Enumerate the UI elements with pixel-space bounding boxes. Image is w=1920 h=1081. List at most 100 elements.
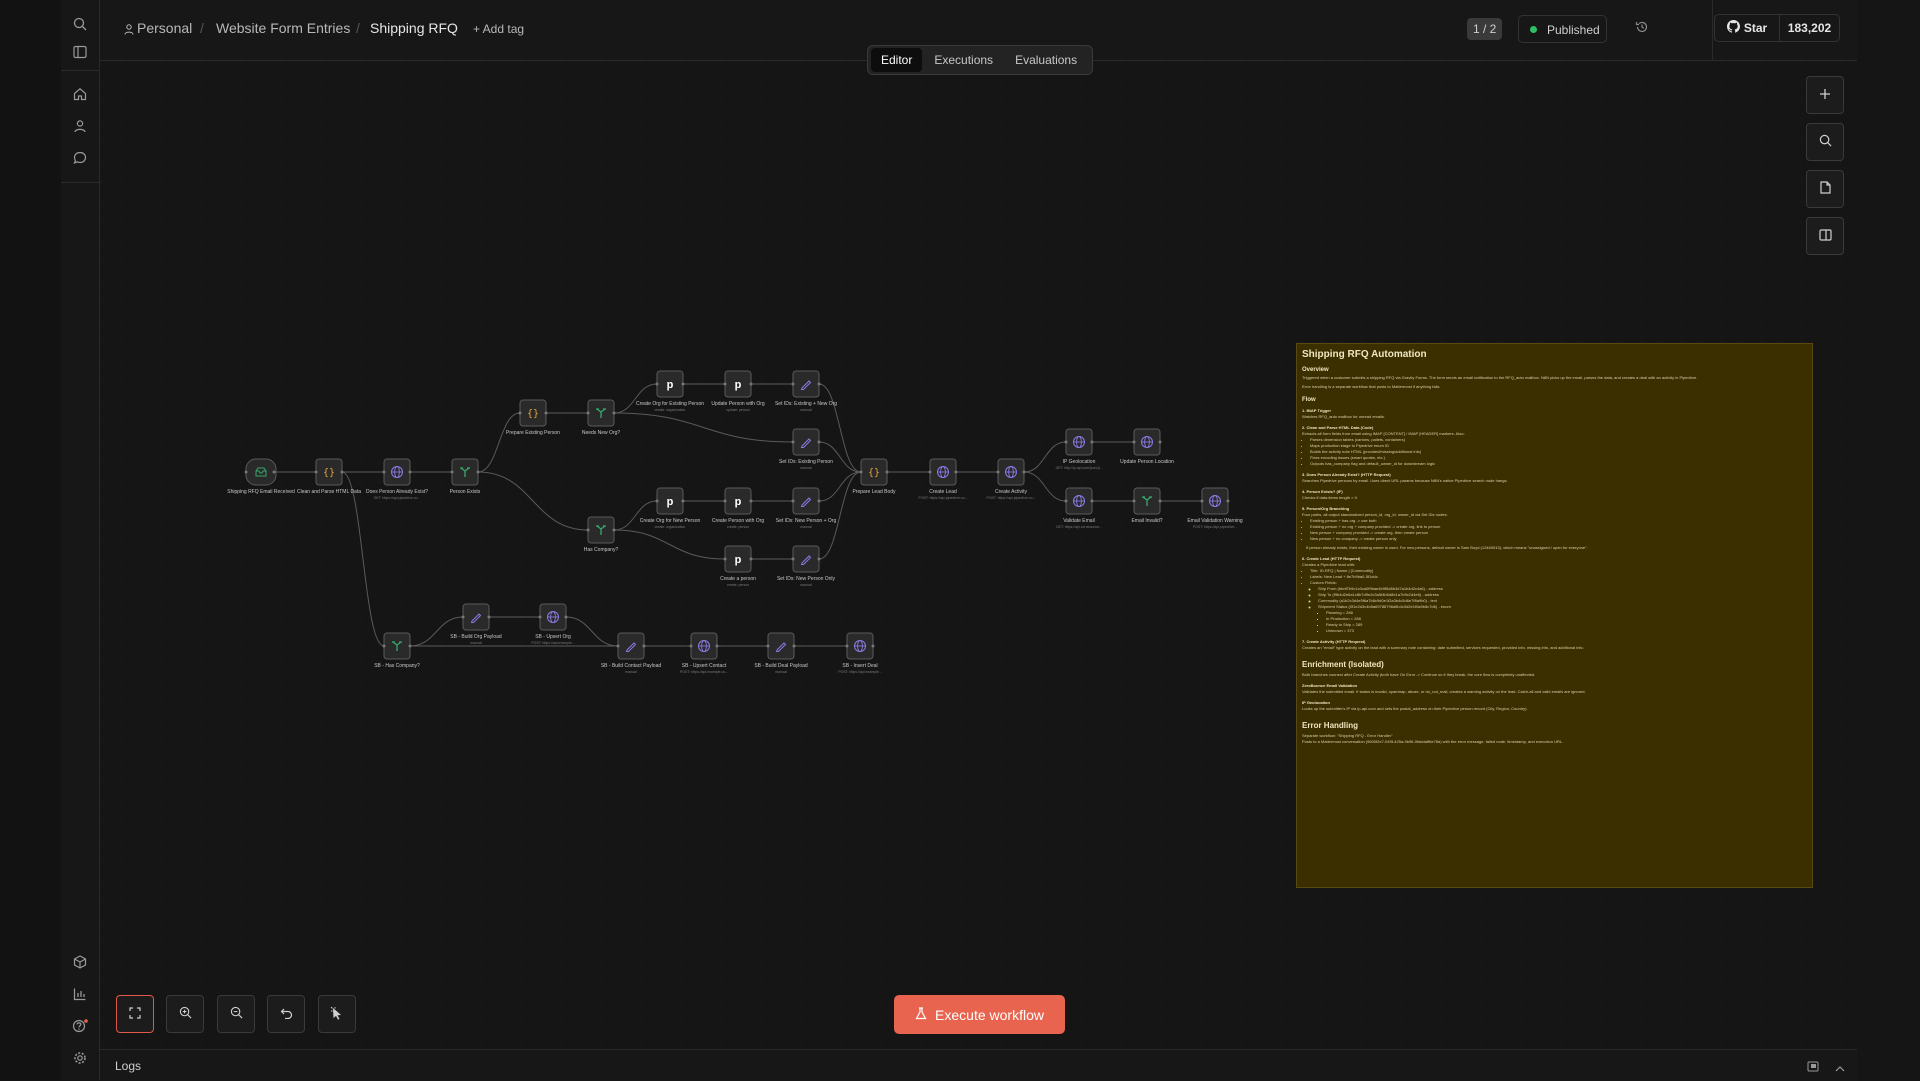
logs-panel[interactable]: Logs [100, 1049, 1857, 1081]
settings-icon[interactable] [68, 1046, 92, 1070]
tab-executions[interactable]: Executions [924, 48, 1003, 72]
panel-icon[interactable] [68, 40, 92, 64]
node-label: Set IDs: Existing + New Org [775, 401, 837, 407]
note-text: Checks if data.items length > 0. [1302, 495, 1358, 500]
zoom-in-button[interactable] [166, 995, 204, 1033]
panel-toggle-button[interactable] [1806, 217, 1844, 255]
node-label: SB - Insert Deal [842, 663, 877, 669]
chat-icon[interactable] [68, 146, 92, 170]
node-subtitle: POST: https://api.pipedrive.co... [918, 496, 967, 500]
node-subtitle: manual [800, 525, 812, 529]
published-status-button[interactable]: Published [1518, 15, 1607, 43]
user-icon[interactable] [68, 114, 92, 138]
tab-evaluations[interactable]: Evaluations [1005, 48, 1087, 72]
node-label: Needs New Org? [582, 430, 621, 436]
note-text: Looks up the submitter's IP via ip-api.c… [1302, 706, 1528, 711]
search-icon [1819, 134, 1832, 150]
note-list: Existing person + has org -> use both Ex… [1302, 518, 1807, 542]
zoom-out-icon [230, 1006, 243, 1022]
add-node-icon [1819, 87, 1831, 103]
node-subtitle: create: person [727, 583, 749, 587]
note-text: Posts to a Mattermost conversation (9600… [1302, 739, 1564, 744]
note-text: Watches RFQ_auto mailbox for unread emai… [1302, 414, 1385, 419]
node-label: Create Activity [995, 489, 1027, 495]
breadcrumb-folder[interactable]: Website Form Entries [216, 20, 350, 36]
svg-text:{}: {} [868, 468, 880, 479]
node-label: Email Validation Warning [1187, 518, 1243, 524]
node-subtitle: manual [775, 670, 787, 674]
note-text: Triggered when a customer submits a ship… [1302, 375, 1698, 380]
node-subtitle: POST: https://api.example... [838, 670, 881, 674]
node-label: Set IDs: Existing Person [779, 459, 833, 465]
code-icon: {} [527, 409, 539, 420]
sticky-note-button[interactable] [1806, 170, 1844, 208]
workflow-node[interactable]: Email Invalid? [1131, 487, 1163, 524]
node-label: Create Person with Org [712, 518, 764, 524]
zoom-out-button[interactable] [217, 995, 255, 1033]
clean-up-button[interactable] [318, 995, 356, 1033]
templates-icon[interactable] [68, 950, 92, 974]
panel-toggle-icon [1818, 228, 1832, 244]
node-label: Does Person Already Exist? [366, 489, 428, 495]
svg-text:{}: {} [323, 468, 335, 479]
github-star-button[interactable]: Star 183,202 [1714, 14, 1840, 42]
canvas-search-button[interactable] [1806, 123, 1844, 161]
code-icon: {} [868, 468, 880, 479]
view-tabs: Editor Executions Evaluations [867, 45, 1093, 75]
node-subtitle: create: organization [655, 525, 686, 529]
node-label: Create Org for Existing Person [636, 401, 704, 407]
user-icon [124, 22, 134, 40]
workflow-name[interactable]: Shipping RFQ [370, 20, 458, 36]
undo-button[interactable] [267, 995, 305, 1033]
search-icon[interactable] [68, 12, 92, 36]
note-text: Error handling is a separate workflow th… [1302, 384, 1441, 389]
note-title: Shipping RFQ Automation [1302, 349, 1427, 360]
note-text: Both branches connect after Create Activ… [1302, 672, 1536, 677]
node-label: Update Person with Org [711, 401, 765, 407]
history-icon[interactable] [1635, 20, 1649, 37]
popout-icon[interactable] [1807, 1059, 1819, 1077]
workflow-node[interactable]: Has Company? [584, 516, 619, 553]
note-list-item: New person + no company -> create person… [1310, 536, 1807, 542]
github-star-label-wrap: Star [1715, 15, 1780, 41]
node-label: Prepare Lead Body [852, 489, 896, 495]
node-label: Email Invalid? [1131, 518, 1162, 524]
note-list-item: Outputs has_company flag and default_own… [1310, 461, 1807, 467]
node-label: Set IDs: New Person + Org [776, 518, 837, 524]
sidebar-divider [61, 182, 99, 183]
home-icon[interactable] [68, 82, 92, 106]
workflow-canvas[interactable]: Shipping RFQ Email Received {} Clean and P… [100, 61, 1857, 1048]
header-divider [1712, 0, 1713, 60]
workflow-node[interactable]: Person Exists [450, 458, 481, 495]
fit-view-button[interactable] [116, 995, 154, 1033]
breadcrumb-project[interactable]: Personal [137, 20, 192, 36]
breadcrumb-separator: / [356, 20, 360, 36]
note-list-item: Shipment Status (0f1e2d3c4b5a69788796a5b… [1318, 604, 1807, 634]
workflow-node[interactable]: p Create a personcreate: person [720, 545, 756, 587]
insights-icon[interactable] [68, 982, 92, 1006]
version-badge[interactable]: 1 / 2 [1467, 18, 1503, 40]
github-star-label: Star [1743, 21, 1768, 35]
note-list-item: Custom Fields: Ship From (bbdf7b9c1c0ca0… [1310, 580, 1807, 634]
file-icon [1819, 181, 1831, 197]
node-subtitle: GET: https://api.zerobounce... [1056, 525, 1102, 529]
chevron-up-icon[interactable] [1835, 1060, 1845, 1078]
execute-workflow-button[interactable]: Execute workflow [894, 995, 1065, 1034]
node-label: SB - Upsert Contact [682, 663, 727, 669]
add-node-button[interactable] [1806, 76, 1844, 114]
status-dot [1530, 26, 1537, 33]
node-subtitle: create: organization [655, 408, 686, 412]
tab-editor[interactable]: Editor [871, 48, 923, 72]
sticky-note[interactable]: Shipping RFQ Automation Overview Trigger… [1296, 343, 1813, 888]
node-label: IP Geolocation [1063, 459, 1096, 465]
note-text: If person already exists, their existing… [1306, 545, 1588, 550]
help-icon[interactable] [68, 1014, 92, 1038]
node-label: Create Org for New Person [640, 518, 701, 524]
node-subtitle: manual [800, 583, 812, 587]
add-tag-button[interactable]: + Add tag [473, 22, 524, 36]
node-label: SB - Build Org Payload [450, 634, 502, 640]
node-subtitle: POST: https://api.example.co... [680, 670, 728, 674]
node-subtitle: GET: http://ip-api.com/json/{i... [1056, 466, 1103, 470]
note-text: Searches Pipedrive persons by email. Use… [1302, 478, 1508, 483]
node-subtitle: GET: https://api.pipedrive.co... [374, 496, 421, 500]
